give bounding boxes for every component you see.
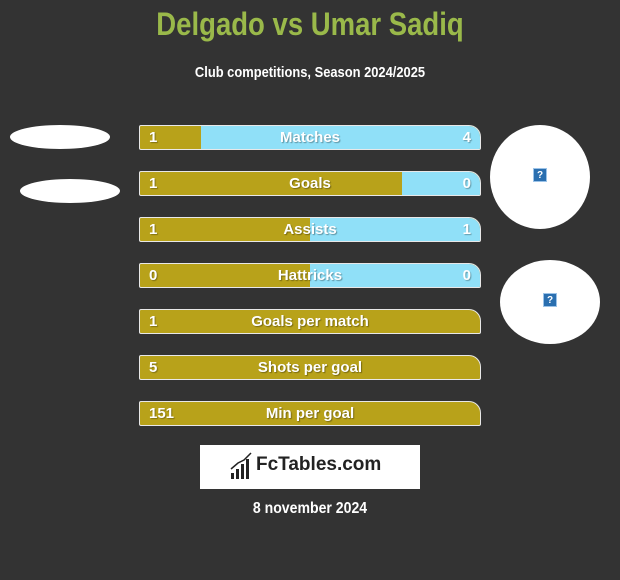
stat-row-matches: Matches 1 4 [139, 125, 481, 150]
left-value: 1 [149, 129, 158, 146]
right-player-image-1: ? [490, 125, 590, 229]
page-title: Delgado vs Umar Sadiq [156, 6, 464, 42]
stat-label: Matches [279, 129, 341, 146]
logo-text: FcTables.com [256, 454, 382, 475]
right-value: 0 [462, 175, 471, 192]
stat-label: Assists [283, 221, 337, 238]
stat-label: Hattricks [277, 267, 343, 284]
stat-row-goals-per-match: Goals per match 1 [139, 309, 481, 334]
left-value: 5 [149, 359, 158, 376]
right-value: 4 [462, 129, 471, 146]
right-value: 0 [462, 267, 471, 284]
stat-row-goals: Goals 1 0 [139, 171, 481, 196]
date-label: 8 november 2024 [252, 500, 368, 517]
left-value: 1 [149, 221, 158, 238]
stat-row-hattricks: Hattricks 0 0 [139, 263, 481, 288]
left-value: 0 [149, 267, 158, 284]
left-value: 1 [149, 175, 158, 192]
left-player-image-2 [20, 179, 120, 203]
missing-image-icon: ? [543, 293, 557, 307]
stat-label: Goals [289, 175, 331, 192]
left-player-image-1 [10, 125, 110, 149]
stat-row-min-per-goal: Min per goal 151 [139, 401, 481, 426]
stat-label: Shots per goal [257, 359, 363, 376]
left-value: 151 [149, 405, 175, 422]
stat-row-assists: Assists 1 1 [139, 217, 481, 242]
page-subtitle: Club competitions, Season 2024/2025 [194, 64, 426, 81]
fctables-logo[interactable]: FcTables.com [200, 445, 420, 489]
stat-label: Min per goal [265, 405, 355, 422]
right-player-image-2: ? [500, 260, 600, 344]
stat-row-shots-per-goal: Shots per goal 5 [139, 355, 481, 380]
bar-chart-icon [230, 452, 252, 479]
stat-label: Goals per match [251, 313, 369, 330]
left-value: 1 [149, 313, 158, 330]
right-value: 1 [462, 221, 471, 238]
missing-image-icon: ? [533, 168, 547, 182]
